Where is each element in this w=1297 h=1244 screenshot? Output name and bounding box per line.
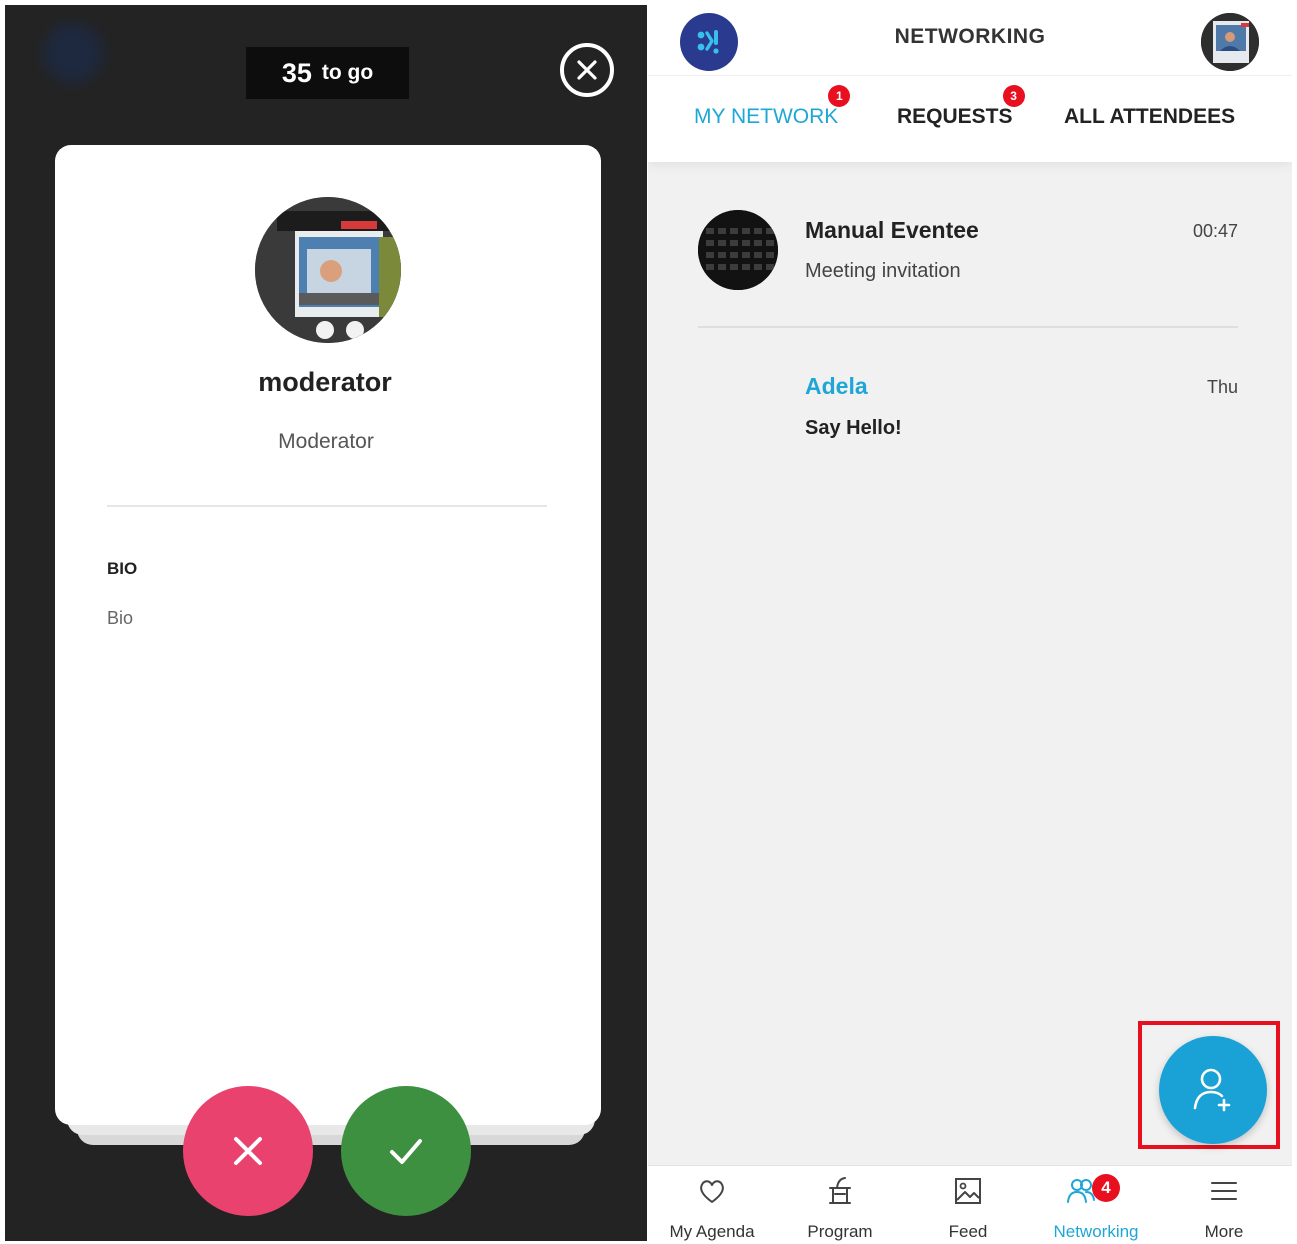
nav-program[interactable]: Program <box>776 1166 904 1241</box>
conversation-subtitle: Say Hello! <box>805 417 902 439</box>
avatar <box>698 210 778 290</box>
x-icon <box>234 1137 262 1165</box>
accept-button[interactable] <box>341 1086 471 1216</box>
profile-avatar <box>255 197 401 343</box>
profile-card[interactable]: moderator Moderator BIO Bio <box>55 145 601 1125</box>
profile-role: Moderator <box>278 430 374 453</box>
close-button[interactable] <box>560 43 614 97</box>
add-person-icon <box>1193 1068 1231 1112</box>
conversation-subtitle: Meeting invitation <box>805 260 961 282</box>
check-icon <box>390 1139 422 1164</box>
image-icon <box>955 1178 981 1204</box>
blurred-background-dot <box>43 23 103 83</box>
menu-icon <box>1211 1182 1237 1200</box>
swipe-profile-screen: 35 to go moderator Moderator BIO Bio <box>5 5 647 1241</box>
conversation-row[interactable]: Adela Say Hello! Thu <box>648 335 1292 465</box>
nav-label: Program <box>807 1222 873 1241</box>
nav-label: Networking <box>1053 1222 1139 1241</box>
bio-heading: BIO <box>107 559 138 578</box>
remaining-counter: 35 to go <box>246 47 409 99</box>
heart-icon <box>700 1180 724 1203</box>
networking-screen: NETWORKING MY NETWORK 1 REQUESTS 3 ALL A… <box>648 5 1292 1241</box>
program-icon <box>829 1177 851 1204</box>
conversation-time: 00:47 <box>1192 221 1238 241</box>
conversation-row[interactable]: Manual Eventee Meeting invitation 00:47 <box>648 5 1292 335</box>
remaining-label: to go <box>321 61 374 84</box>
row-divider <box>698 326 1238 328</box>
nav-my-agenda[interactable]: My Agenda <box>648 1166 776 1241</box>
card-divider <box>107 505 547 507</box>
nav-networking[interactable]: 4 Networking <box>1032 1166 1160 1241</box>
keyboard-photo <box>698 210 778 290</box>
bio-text: Bio <box>107 608 134 628</box>
profile-name: moderator <box>258 367 392 397</box>
nav-badge: 4 <box>1092 1174 1120 1202</box>
nav-more[interactable]: More <box>1160 1166 1288 1241</box>
add-contact-button[interactable] <box>1159 1036 1267 1144</box>
remaining-count: 35 <box>281 57 312 88</box>
nav-label: More <box>1204 1222 1244 1241</box>
nav-label: My Agenda <box>669 1222 755 1241</box>
reject-button[interactable] <box>183 1086 313 1216</box>
conversation-name: Adela <box>805 373 868 399</box>
conversation-name: Manual Eventee <box>805 217 979 243</box>
bottom-nav: My Agenda Program Feed 4 Networking More <box>648 1165 1292 1241</box>
close-icon <box>577 60 597 80</box>
screen: 35 to go moderator Moderator BIO Bio NET… <box>0 0 1297 1244</box>
nav-feed[interactable]: Feed <box>904 1166 1032 1241</box>
nav-label: Feed <box>948 1222 988 1241</box>
profile-photo <box>255 197 401 343</box>
conversation-time: Thu <box>1206 377 1238 397</box>
